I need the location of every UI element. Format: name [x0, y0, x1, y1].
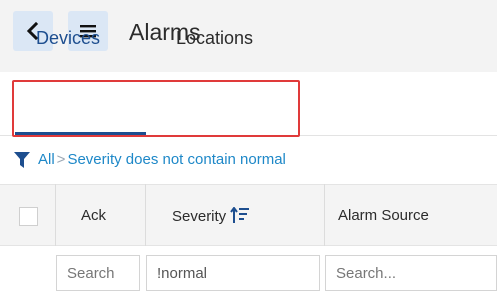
- tab-bar: [0, 72, 497, 136]
- alarm-source-search-input[interactable]: [325, 255, 497, 291]
- tab-locations[interactable]: Locations: [176, 28, 253, 49]
- filter-condition-link[interactable]: Severity does not contain normal: [67, 151, 285, 168]
- column-header-alarm-source[interactable]: Alarm Source: [338, 207, 429, 224]
- column-header-severity[interactable]: Severity: [172, 207, 250, 225]
- column-header-severity-label: Severity: [172, 208, 227, 225]
- filter-breadcrumb: All > Severity does not contain normal: [38, 151, 286, 168]
- severity-search-input[interactable]: [146, 255, 320, 291]
- active-tab-indicator: [15, 132, 146, 135]
- sort-ascending-icon[interactable]: [230, 207, 250, 224]
- filter-root-link[interactable]: All: [38, 151, 55, 168]
- filter-separator: >: [56, 151, 66, 168]
- select-all-checkbox[interactable]: [19, 207, 38, 226]
- tab-devices[interactable]: Devices: [36, 28, 100, 49]
- column-header-ack[interactable]: Ack: [81, 207, 106, 224]
- ack-search-input[interactable]: [56, 255, 140, 291]
- funnel-icon[interactable]: [14, 152, 30, 168]
